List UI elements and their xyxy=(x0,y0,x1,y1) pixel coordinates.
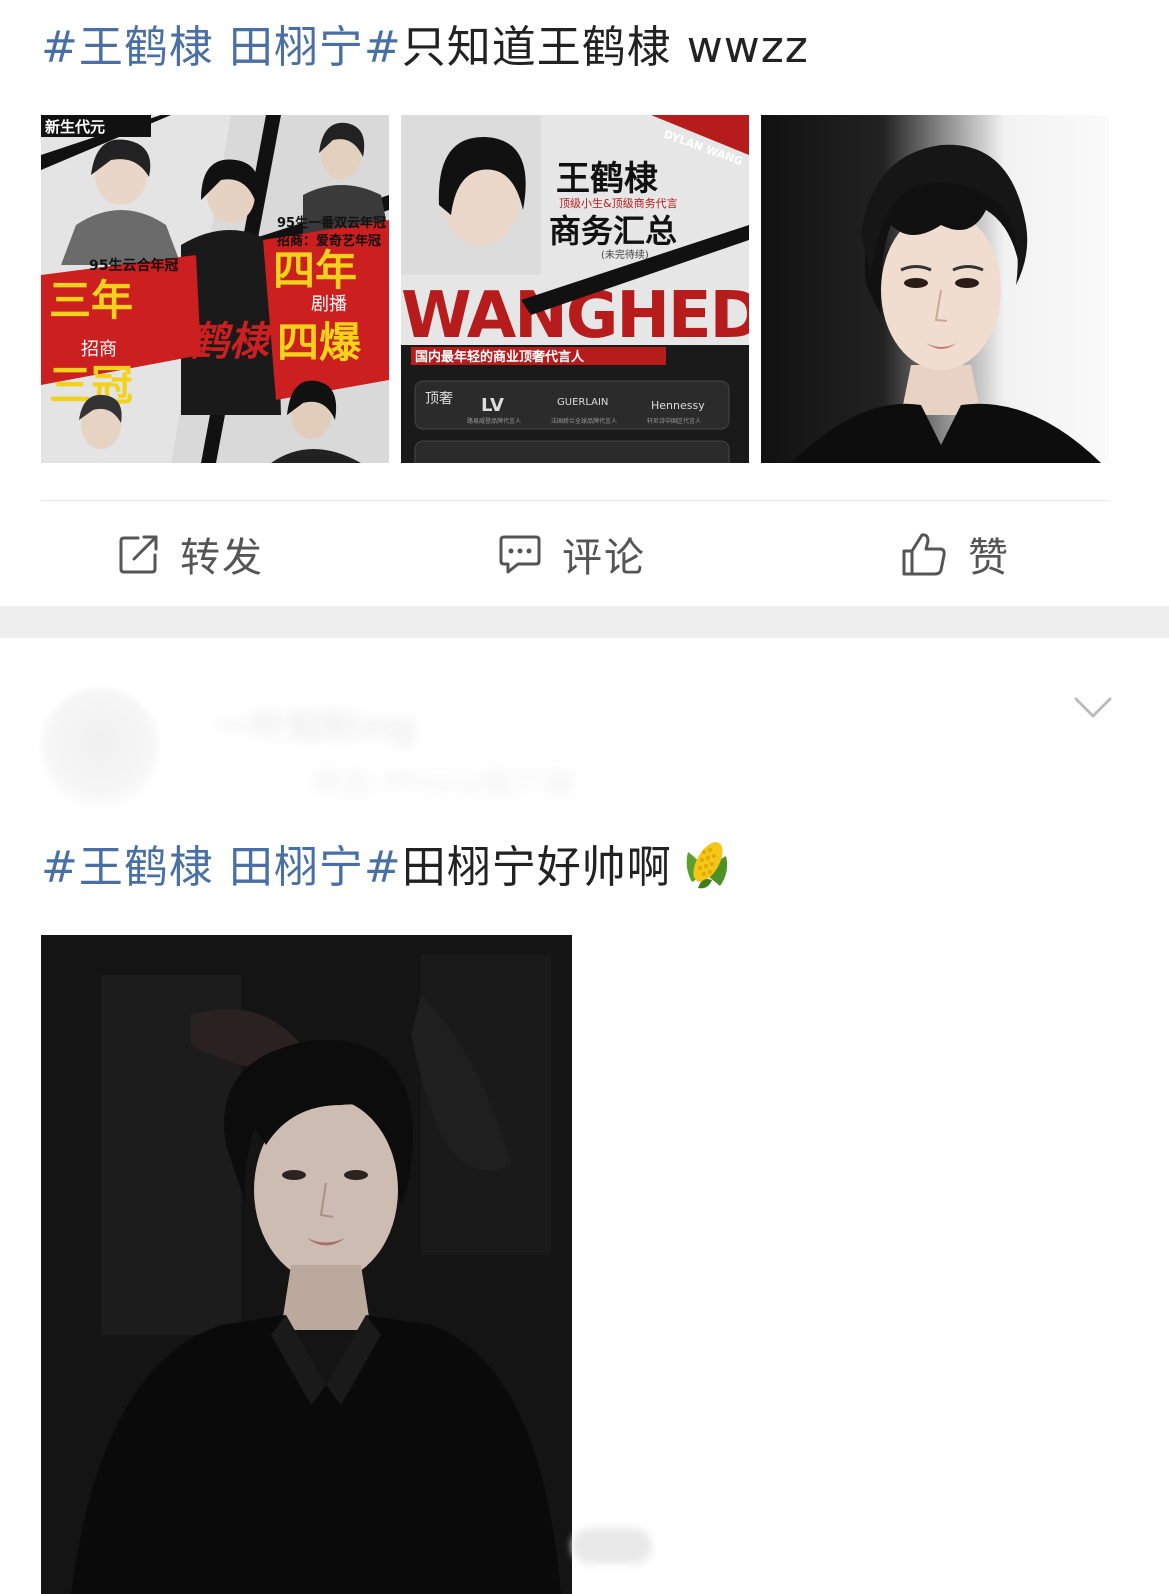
post-text: #王鹤棣 田栩宁#只知道王鹤棣 wwzz xyxy=(41,20,809,76)
post-image-portrait-single[interactable] xyxy=(41,935,572,1594)
collage-label-5: 招商 xyxy=(81,339,117,360)
comment-label: 评论 xyxy=(562,534,646,581)
brand-note-guerlain: 法国娇兰全球品牌代言人 xyxy=(551,417,617,425)
poster-note: (未完待续) xyxy=(601,248,649,261)
image-grid: 新生代元 三年 招商 三冠 四年 剧播 四爆 95生云合年冠 95生一番双云年冠… xyxy=(41,115,1110,463)
collage-label-0: 新生代元 xyxy=(45,118,105,136)
collage-label-1: 95生云合年冠 xyxy=(89,257,178,274)
collage-label-4: 三年 xyxy=(49,276,133,325)
poster-tagline: 顶级小生&顶级商务代言 xyxy=(559,196,678,210)
comment-icon xyxy=(499,535,541,573)
poster-brand-label: 顶奢 xyxy=(425,391,453,407)
collage-label-7: 四年 xyxy=(273,246,357,295)
loading-indicator xyxy=(572,1528,652,1564)
poster-title: 王鹤棣 xyxy=(556,159,658,199)
post-text: #王鹤棣 田栩宁#田栩宁好帅啊 xyxy=(41,840,734,898)
like-button[interactable]: 赞 xyxy=(900,501,1010,606)
poster-banner: 国内最年轻的商业顶奢代言人 xyxy=(415,349,585,365)
brand-guerlain: GUERLAIN xyxy=(557,397,608,408)
poster-subtitle: 商务汇总 xyxy=(549,212,677,250)
thumbs-up-icon xyxy=(902,532,946,575)
username[interactable]: 一叶知秋ing xyxy=(215,698,415,750)
post-body-text: 田栩宁好帅啊 xyxy=(401,842,672,893)
collage-label-9: 四爆 xyxy=(277,318,362,367)
post-image-portrait[interactable] xyxy=(761,115,1109,463)
corn-icon xyxy=(686,842,727,889)
post-meta: 来自 iPhone客户端 xyxy=(312,766,573,801)
repost-label: 转发 xyxy=(180,534,264,581)
post-body-text: 只知道王鹤棣 wwzz xyxy=(401,22,809,73)
hashtag-link[interactable]: #王鹤棣 田栩宁# xyxy=(41,22,402,73)
comment-button[interactable]: 评论 xyxy=(498,501,646,606)
brand-lv: LV xyxy=(481,395,504,416)
action-bar: 转发 评论 赞 xyxy=(0,501,1169,606)
chevron-down-icon[interactable] xyxy=(1074,696,1112,720)
post-2: 一叶知秋ing 来自 iPhone客户端 #王鹤棣 田栩宁#田栩宁好帅啊 xyxy=(0,638,1169,1594)
avatar[interactable] xyxy=(40,688,160,808)
hashtag-link[interactable]: #王鹤棣 田栩宁# xyxy=(41,842,402,893)
collage-label-8: 剧播 xyxy=(311,294,347,315)
brand-note-lv: 路易威登品牌代言人 xyxy=(467,417,521,425)
collage-label-2: 95生一番双云年冠 xyxy=(277,215,386,231)
post-image-business-summary[interactable]: DYLAN WANG 王鹤棣 顶级小生&顶级商务代言 商务汇总 (未完待续) W… xyxy=(401,115,749,463)
post-image-collage[interactable]: 新生代元 三年 招商 三冠 四年 剧播 四爆 95生云合年冠 95生一番双云年冠… xyxy=(41,115,389,463)
brand-hennessy: Hennessy xyxy=(651,399,705,412)
post-1: #王鹤棣 田栩宁#只知道王鹤棣 wwzz 新生代元 三年 招商 三冠 四年 剧播… xyxy=(0,0,1169,606)
collage-name: 王鹤棣 xyxy=(149,319,274,365)
repost-button[interactable]: 转发 xyxy=(118,501,264,606)
like-label: 赞 xyxy=(968,534,1010,581)
brand-note-hennessy: 轩尼诗中国区代言人 xyxy=(647,417,701,425)
repost-icon xyxy=(119,535,158,573)
feed-separator xyxy=(0,606,1169,638)
collage-label-3: 招商：爱奇艺年冠 xyxy=(277,233,381,249)
